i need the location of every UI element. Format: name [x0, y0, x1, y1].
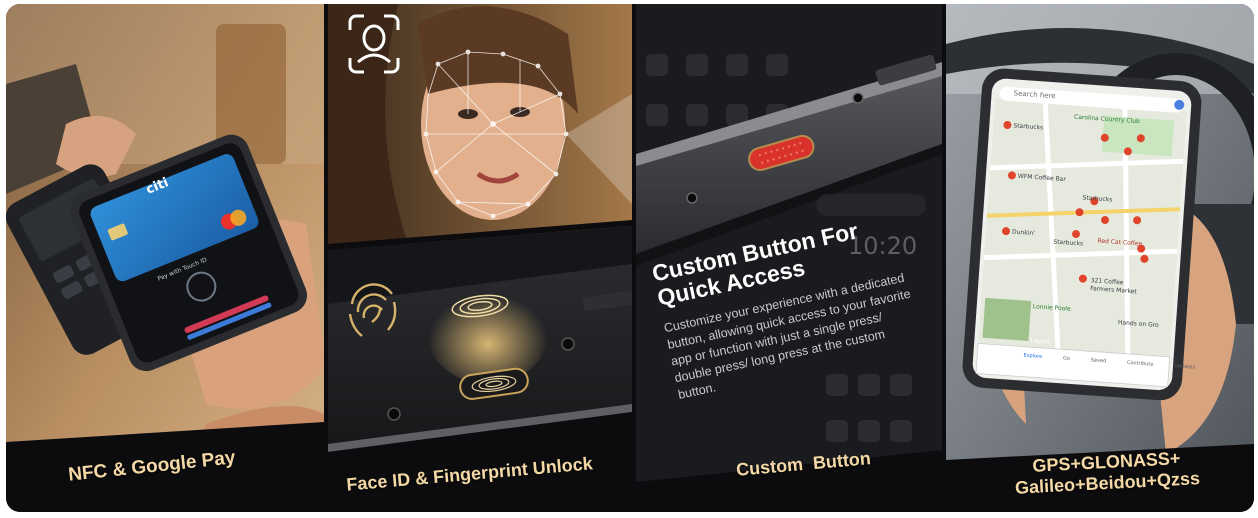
map-label: Dunkin' — [1011, 228, 1035, 238]
map-label: Carolina Country Club — [1073, 113, 1141, 126]
map-search-field[interactable]: Search here — [1013, 89, 1056, 100]
product-feature-banner: citi Pay with Touch ID NFC & Google Pay — [6, 4, 1254, 512]
panel-face-id: Face ID & Fingerprint Unlock — [328, 4, 632, 512]
face-fingerprint-scene — [328, 4, 632, 512]
caption-band — [6, 422, 324, 512]
map-screen: Search here Starbucks Carolina Country C… — [946, 4, 1254, 476]
map-label: WFM Coffee Bar — [1017, 172, 1067, 184]
tab-contribute[interactable]: Contribute — [1127, 360, 1154, 368]
layers-button[interactable]: Layers — [1030, 337, 1050, 345]
panel-custom-button: 10:20 Custom Button For Quick Access Cus… — [636, 4, 942, 512]
map-label: Starbucks — [1053, 238, 1084, 248]
map-label: Starbucks — [1013, 122, 1044, 132]
map-label: Red Cat Coffee — [1097, 237, 1143, 248]
map-label: Farmers Market — [1089, 285, 1137, 296]
map-label: Starbucks — [1082, 194, 1113, 204]
tab-updates[interactable]: Updates — [1174, 363, 1195, 370]
panel-gps: Search here Starbucks Carolina Country C… — [946, 4, 1254, 512]
map-bottom-nav: Explore Go Saved Contribute Updates — [1023, 353, 1195, 371]
panel-nfc: citi Pay with Touch ID NFC & Google Pay — [6, 4, 324, 512]
tab-explore[interactable]: Explore — [1023, 353, 1042, 360]
tab-saved[interactable]: Saved — [1090, 357, 1106, 364]
map-label: Lonnie Poole — [1032, 303, 1071, 313]
tab-go[interactable]: Go — [1063, 355, 1070, 361]
map-label: Hands on Gro — [1117, 319, 1159, 329]
